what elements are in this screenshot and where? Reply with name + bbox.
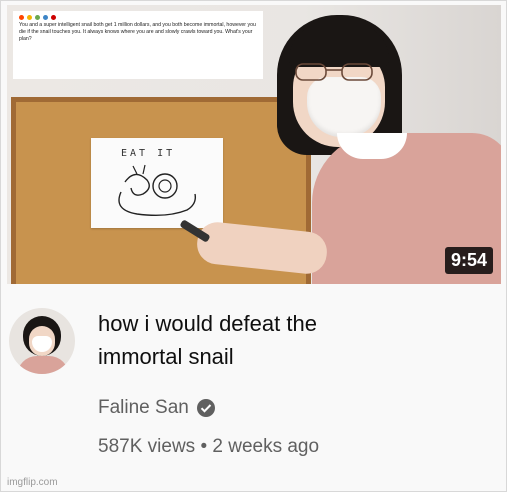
channel-name-row[interactable]: Faline San (98, 397, 216, 419)
post-text: You and a super intelligent snail both g… (19, 22, 256, 42)
video-title[interactable]: how i would defeat the immortal snail (98, 307, 488, 373)
meta-separator: • (200, 436, 208, 457)
channel-name: Faline San (98, 397, 189, 418)
award-icon (43, 15, 48, 20)
glasses-icon (295, 63, 373, 81)
duration-badge: 9:54 (444, 247, 493, 274)
view-count: 587K views (98, 436, 196, 457)
imgflip-watermark: imgflip.com (7, 477, 58, 488)
reddit-post-screenshot: You and a super intelligent snail both g… (13, 11, 263, 79)
video-title-line-2: immortal snail (98, 344, 234, 369)
verified-check-icon (196, 399, 215, 417)
upload-age: 2 weeks ago (212, 436, 320, 457)
video-thumbnail[interactable]: EAT IT You and a super intelligent snail… (7, 5, 501, 284)
award-icon (27, 15, 32, 20)
video-metadata: 587K views • 2 weeks ago (98, 436, 319, 458)
avatar-body (17, 356, 69, 374)
face-mask (307, 77, 381, 137)
award-icon (35, 15, 40, 20)
video-title-line-1: how i would defeat the (98, 311, 317, 336)
drawing-paper: EAT IT (91, 138, 223, 228)
channel-avatar[interactable] (9, 308, 75, 374)
snail-doodle-icon (118, 164, 197, 217)
award-icon (51, 15, 56, 20)
video-card: EAT IT You and a super intelligent snail… (0, 0, 507, 492)
post-header (19, 15, 257, 20)
award-icon (19, 15, 24, 20)
paper-text: EAT IT (121, 148, 176, 159)
